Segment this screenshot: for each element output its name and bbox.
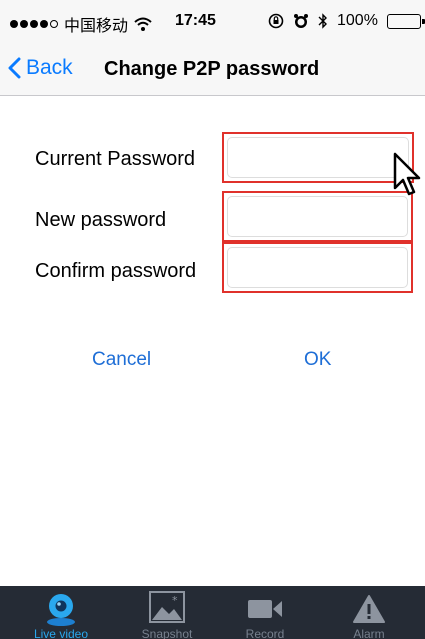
- tab-live-video-label: Live video: [33, 627, 89, 639]
- confirm-password-field: [222, 242, 413, 293]
- tab-record-label: Record: [245, 627, 285, 639]
- image-icon: *: [149, 591, 185, 623]
- alarm-icon: [294, 14, 308, 28]
- battery-icon: [386, 13, 425, 29]
- current-password-input[interactable]: [227, 137, 409, 178]
- ok-button[interactable]: OK: [304, 349, 331, 371]
- mouse-pointer-icon: [393, 152, 421, 196]
- video-icon: [248, 600, 282, 618]
- svg-text:*: *: [172, 594, 178, 607]
- back-button[interactable]: Back: [8, 56, 73, 80]
- navigation-bar: Back Change P2P password: [0, 44, 425, 96]
- back-label: Back: [26, 56, 73, 79]
- bluetooth-icon: [318, 13, 327, 29]
- tab-bar: Live video * Snapshot Record Alarm: [0, 586, 425, 639]
- new-password-input[interactable]: [227, 196, 408, 237]
- warning-icon: [353, 595, 385, 623]
- cancel-button[interactable]: Cancel: [92, 349, 151, 371]
- chevron-left-icon: [8, 57, 21, 79]
- carrier-name: 中国移动: [64, 18, 129, 35]
- battery-percent: 100%: [337, 12, 378, 29]
- current-password-field: [222, 132, 414, 183]
- tab-snapshot-label: Snapshot: [141, 627, 193, 639]
- new-password-field: [222, 191, 413, 242]
- tab-alarm-label: Alarm: [353, 627, 385, 639]
- carrier-group: 中国移动: [10, 12, 152, 36]
- wifi-icon: [134, 17, 152, 31]
- status-bar: 中国移动 17:45 100%: [0, 0, 425, 44]
- camera-icon: [47, 594, 75, 626]
- signal-dots-icon: [10, 20, 58, 28]
- tab-record[interactable]: Record: [212, 586, 318, 639]
- status-icons: 100%: [268, 12, 425, 30]
- rotation-lock-icon: [268, 13, 284, 29]
- confirm-password-label: Confirm password: [35, 260, 197, 282]
- new-password-label: New password: [35, 209, 167, 231]
- status-time: 17:45: [175, 12, 216, 29]
- tab-alarm[interactable]: Alarm: [316, 586, 422, 639]
- tab-live-video[interactable]: Live video: [8, 586, 114, 639]
- page-title: Change P2P password: [104, 58, 320, 80]
- tab-snapshot[interactable]: * Snapshot: [114, 586, 220, 639]
- confirm-password-input[interactable]: [227, 247, 408, 288]
- current-password-label: Current Password: [35, 148, 196, 170]
